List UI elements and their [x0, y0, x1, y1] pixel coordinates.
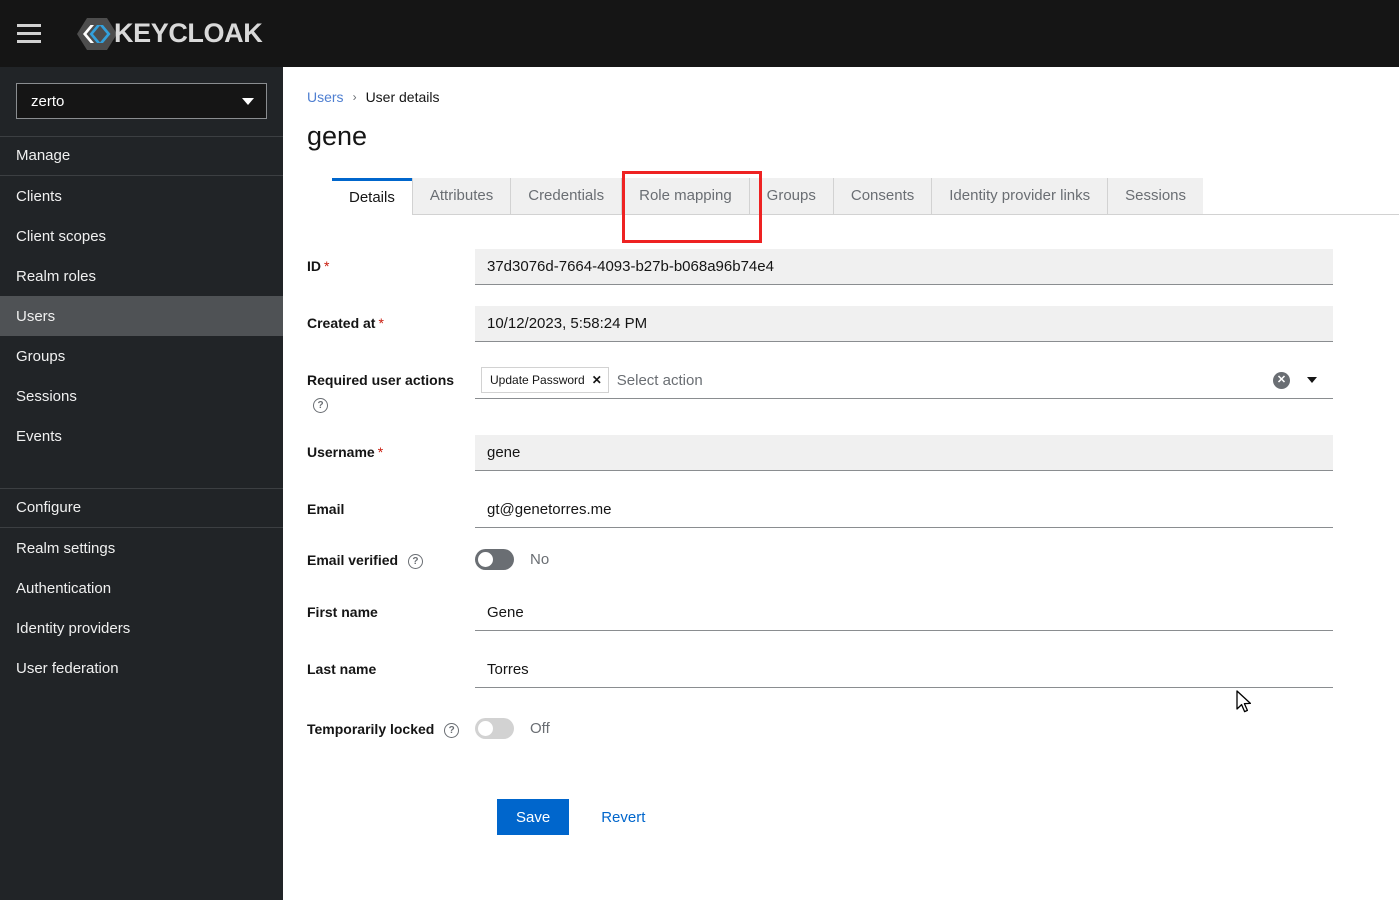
help-circle-icon[interactable]: ? [313, 398, 328, 414]
main-content: Users › User details gene Details Attrib… [283, 67, 1399, 900]
label-first-name: First name [307, 604, 378, 621]
revert-button[interactable]: Revert [593, 809, 653, 826]
label-temporarily-locked: Temporarily locked ? [307, 719, 475, 739]
form-row-created-at: Created at * 10/12/2023, 5:58:24 PM [307, 305, 1399, 342]
tab-details[interactable]: Details [332, 177, 412, 215]
last-name-field[interactable]: Torres [475, 652, 1333, 689]
breadcrumb-link-users[interactable]: Users [307, 89, 344, 105]
label-email: Email [307, 501, 345, 518]
id-field[interactable]: 37d3076d-7664-4093-b27b-b068a96b74e4 [475, 248, 1333, 285]
form-row-id: ID * 37d3076d-7664-4093-b27b-b068a96b74e4 [307, 248, 1399, 285]
realm-selector-value: zerto [31, 92, 65, 110]
brand-logo[interactable]: KEYCLOAK [77, 14, 263, 54]
tab-groups[interactable]: Groups [748, 177, 833, 214]
label-required-user-actions-text: Required user actions [307, 371, 455, 388]
temporarily-locked-toggle [475, 718, 514, 740]
label-email-verified: Email verified ? [307, 550, 475, 570]
chevron-down-icon [242, 97, 254, 105]
toggle-knob [478, 721, 493, 737]
label-created-at: Created at * [307, 306, 475, 333]
label-temporarily-locked-text: Temporarily locked [307, 720, 435, 737]
close-icon[interactable]: ✕ [592, 374, 602, 386]
breadcrumb-current: User details [365, 89, 440, 105]
required-user-actions-select[interactable]: Update Password ✕ Select action ✕ [475, 362, 1333, 399]
email-verified-state: No [530, 551, 550, 569]
clear-circle-icon[interactable]: ✕ [1273, 371, 1290, 389]
user-details-form: ID * 37d3076d-7664-4093-b27b-b068a96b74e4… [283, 215, 1399, 836]
help-circle-icon[interactable]: ? [444, 723, 460, 739]
sidebar-item-groups[interactable]: Groups [0, 336, 283, 376]
sidebar-item-sessions[interactable]: Sessions [0, 376, 283, 416]
chip-update-password: Update Password ✕ [481, 367, 609, 394]
sidebar-item-user-federation[interactable]: User federation [0, 648, 283, 688]
label-username: Username * [307, 435, 475, 462]
masthead: KEYCLOAK [0, 0, 1399, 67]
form-row-required-user-actions: Required user actions ? Update Password … [307, 362, 1399, 415]
email-verified-toggle[interactable] [475, 549, 514, 571]
sidebar-item-realm-roles[interactable]: Realm roles [0, 256, 283, 296]
toggle-knob [478, 552, 493, 568]
tab-consents[interactable]: Consents [832, 177, 932, 214]
created-at-field[interactable]: 10/12/2023, 5:58:24 PM [475, 305, 1333, 342]
required-asterisk: * [377, 444, 384, 461]
hamburger-bar [17, 40, 41, 43]
form-row-username: Username * gene [307, 435, 1399, 472]
help-circle-icon[interactable]: ? [407, 554, 423, 570]
label-help-line: ? [307, 394, 475, 414]
username-field[interactable]: gene [475, 435, 1333, 472]
tab-bar: Details Attributes Credentials Role mapp… [332, 177, 1399, 215]
save-button[interactable]: Save [497, 799, 570, 836]
required-asterisk: * [378, 314, 384, 331]
form-row-email: Email gt@genetorres.me [307, 492, 1399, 529]
label-username-text: Username [307, 444, 375, 461]
hamburger-menu-icon[interactable] [6, 11, 52, 57]
sidebar-nav: Manage Clients Client scopes Realm roles… [0, 136, 283, 688]
keycloak-logo-icon [77, 17, 117, 50]
tab-attributes[interactable]: Attributes [411, 177, 511, 214]
temporarily-locked-state: Off [530, 720, 550, 738]
sidebar-item-events[interactable]: Events [0, 416, 283, 456]
form-actions: Save Revert [307, 760, 1399, 836]
required-asterisk: * [324, 257, 330, 274]
label-id-text: ID [307, 257, 321, 274]
tab-identity-provider-links[interactable]: Identity provider links [931, 177, 1108, 214]
sidebar-item-realm-settings[interactable]: Realm settings [0, 528, 283, 568]
realm-selector-wrapper: zerto [0, 67, 283, 119]
tab-sessions[interactable]: Sessions [1107, 177, 1204, 214]
label-required-user-actions: Required user actions ? [307, 363, 475, 415]
chip-label: Update Password [490, 373, 585, 388]
brand-text: KEYCLOAK [114, 18, 263, 48]
sidebar-item-authentication[interactable]: Authentication [0, 568, 283, 608]
form-row-temporarily-locked: Temporarily locked ? Off [307, 718, 1399, 740]
sidebar-item-identity-providers[interactable]: Identity providers [0, 608, 283, 648]
label-id: ID * [307, 249, 475, 276]
required-user-actions-placeholder: Select action [616, 371, 703, 389]
email-field[interactable]: gt@genetorres.me [475, 492, 1333, 529]
sidebar: zerto Manage Clients Client scopes Realm… [0, 67, 283, 900]
breadcrumb: Users › User details [283, 67, 1399, 105]
breadcrumb-separator-icon: › [352, 90, 357, 104]
tab-role-mapping[interactable]: Role mapping [621, 177, 749, 214]
form-row-first-name: First name Gene [307, 595, 1399, 632]
first-name-field[interactable]: Gene [475, 595, 1333, 632]
hamburger-bar [17, 32, 41, 35]
realm-selector[interactable]: zerto [16, 83, 267, 119]
sidebar-item-client-scopes[interactable]: Client scopes [0, 216, 283, 256]
label-email-verified-text: Email verified [307, 551, 399, 568]
chevron-down-icon[interactable] [1307, 377, 1317, 384]
form-row-last-name: Last name Torres [307, 652, 1399, 689]
form-row-email-verified: Email verified ? No [307, 549, 1399, 571]
label-created-at-text: Created at [307, 314, 376, 331]
sidebar-group-manage: Manage [0, 136, 283, 176]
tab-credentials[interactable]: Credentials [510, 177, 622, 214]
sidebar-group-configure: Configure [0, 488, 283, 528]
sidebar-item-clients[interactable]: Clients [0, 176, 283, 216]
page-title: gene [307, 121, 368, 151]
label-last-name: Last name [307, 661, 377, 678]
hamburger-bar [17, 24, 41, 27]
sidebar-item-users[interactable]: Users [0, 296, 283, 336]
